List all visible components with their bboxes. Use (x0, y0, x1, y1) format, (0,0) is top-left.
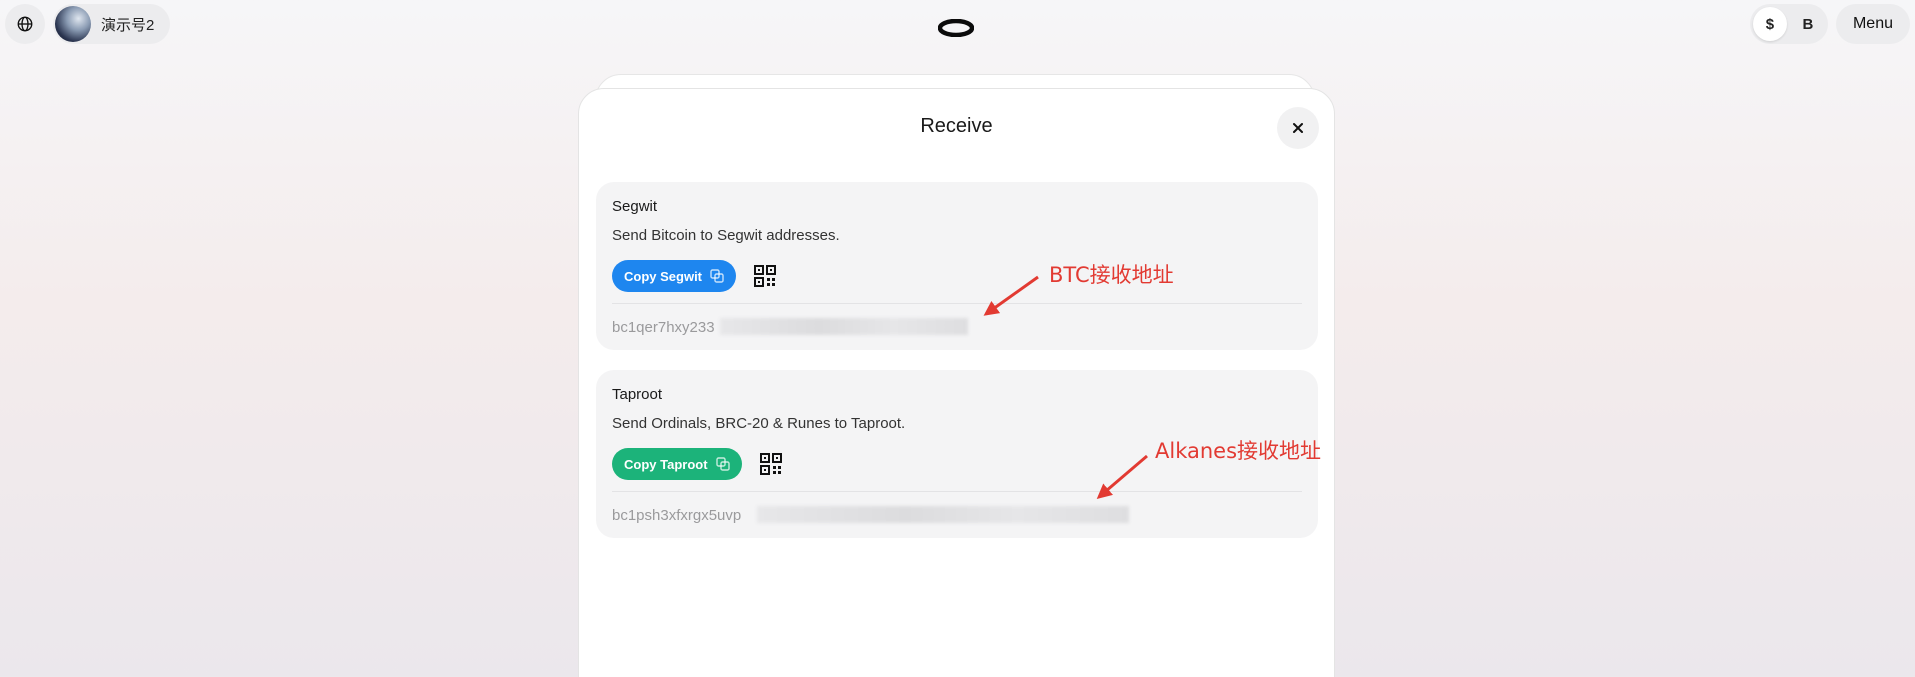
taproot-qr-code-icon[interactable] (759, 453, 782, 475)
address-redaction (757, 506, 1129, 523)
close-icon (1293, 123, 1303, 133)
segwit-qr-code-icon[interactable] (754, 265, 777, 287)
close-button[interactable] (1277, 107, 1319, 149)
segwit-title: Segwit (612, 198, 658, 215)
topbar-left: 演示号2 (5, 4, 171, 44)
logo-icon (938, 19, 974, 37)
currency-toggle: $ B (1749, 4, 1828, 44)
topbar-right: $ B Menu (1749, 4, 1910, 44)
copy-taproot-label: Copy Taproot (624, 456, 708, 472)
language-button[interactable] (5, 4, 45, 44)
copy-icon (710, 269, 724, 283)
address-redaction (720, 318, 968, 335)
segwit-annotation: BTC接收地址 (1049, 263, 1174, 287)
currency-option-usd[interactable]: $ (1752, 7, 1787, 41)
avatar (55, 6, 91, 42)
taproot-annotation: Alkanes接收地址 (1155, 439, 1322, 463)
segwit-card: Segwit Send Bitcoin to Segwit addresses.… (596, 182, 1318, 350)
taproot-title: Taproot (612, 386, 663, 403)
copy-taproot-button[interactable]: Copy Taproot (612, 448, 742, 480)
segwit-address[interactable]: bc1qer7hxy233 (612, 304, 1302, 350)
globe-icon (17, 16, 33, 32)
account-name: 演示号2 (101, 16, 155, 34)
segwit-description: Send Bitcoin to Segwit addresses. (612, 227, 840, 244)
segwit-address-text: bc1qer7hxy233 (612, 318, 715, 336)
taproot-address[interactable]: bc1psh3xfxrgx5uvp (612, 492, 1302, 538)
modal-title: Receive (920, 115, 993, 137)
copy-segwit-label: Copy Segwit (624, 268, 703, 284)
copy-icon (715, 457, 730, 471)
taproot-address-text: bc1psh3xfxrgx5uvp (612, 506, 742, 524)
menu-button[interactable]: Menu (1835, 4, 1910, 44)
currency-option-btc[interactable]: B (1791, 7, 1825, 41)
account-selector[interactable]: 演示号2 (53, 4, 171, 44)
taproot-description: Send Ordinals, BRC-20 & Runes to Taproot… (612, 415, 906, 432)
receive-modal: Receive Segwit Send Bitcoin to Segwit ad… (578, 88, 1335, 677)
copy-segwit-button[interactable]: Copy Segwit (612, 260, 737, 292)
